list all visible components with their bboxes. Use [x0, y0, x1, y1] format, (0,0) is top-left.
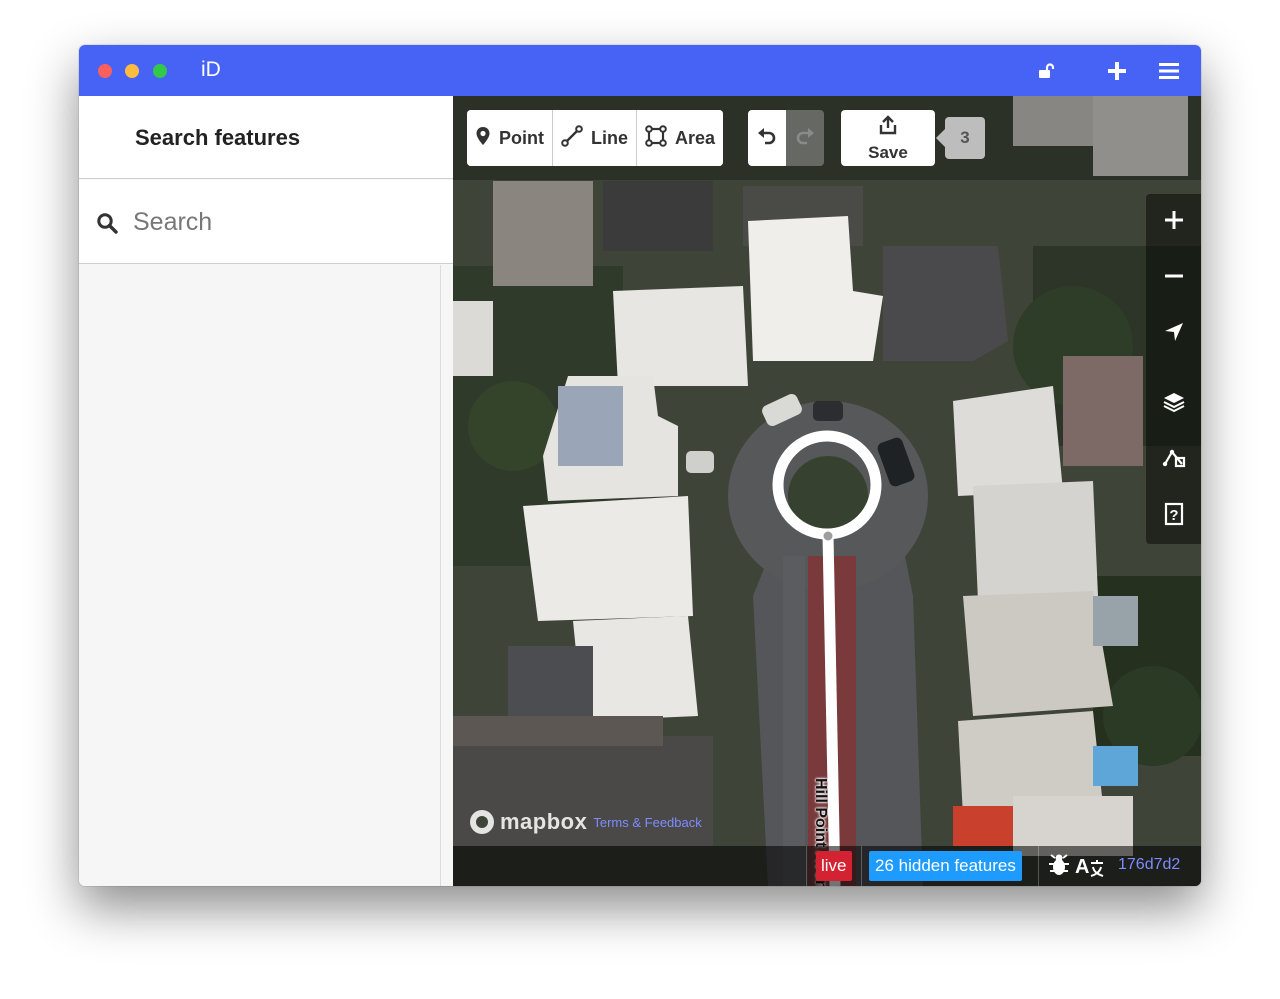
- sidebar-title: Search features: [135, 125, 301, 150]
- redo-icon: [795, 126, 815, 151]
- footer-divider: [1038, 846, 1039, 886]
- edit-count-badge: 3: [936, 117, 985, 159]
- imagery-attribution: mapbox Terms & Feedback: [468, 808, 702, 836]
- undo-redo-group: [748, 110, 824, 166]
- footer-divider: [806, 846, 807, 886]
- plus-icon[interactable]: [1103, 57, 1131, 85]
- add-area-label: Area: [675, 127, 716, 148]
- mapbox-logo: mapbox: [468, 808, 587, 836]
- map-canvas[interactable]: Point Line Area Save 3 Hill Point Avenu …: [453, 96, 1201, 886]
- add-area-button[interactable]: Area: [637, 110, 724, 166]
- footer-divider: [861, 846, 862, 886]
- add-point-button[interactable]: Point: [467, 110, 553, 166]
- help-button[interactable]: ?: [1146, 488, 1201, 544]
- app-window: iD Search features Search Point Line Are…: [79, 45, 1201, 886]
- redo-button[interactable]: [786, 110, 824, 166]
- maximize-window-button[interactable]: [153, 64, 167, 78]
- zoom-out-icon: [1164, 266, 1184, 291]
- hamburger-menu-icon[interactable]: [1155, 57, 1183, 85]
- close-window-button[interactable]: [98, 64, 112, 78]
- zoom-out-button[interactable]: [1146, 250, 1201, 306]
- help-icon: ?: [1164, 502, 1184, 531]
- map-footer: live 26 hidden features A 176d7d2: [453, 846, 1201, 886]
- save-label: Save: [868, 142, 908, 162]
- hidden-features-badge[interactable]: 26 hidden features: [869, 851, 1022, 881]
- window-title: iD: [201, 58, 221, 81]
- save-button[interactable]: Save: [841, 110, 935, 166]
- add-point-label: Point: [499, 127, 544, 148]
- map-controls: ?: [1146, 194, 1201, 544]
- translate-icon[interactable]: A: [1075, 856, 1105, 879]
- title-bar: iD: [79, 45, 1201, 96]
- add-feature-modes: Point Line Area: [467, 110, 724, 166]
- area-icon: [645, 124, 667, 152]
- sidebar-scrollbar[interactable]: [440, 265, 453, 886]
- search-input[interactable]: [133, 202, 433, 242]
- add-line-label: Line: [591, 127, 629, 148]
- zoom-in-button[interactable]: [1146, 194, 1201, 250]
- sidebar: Search features: [79, 96, 453, 886]
- sidebar-header: Search features: [79, 96, 453, 179]
- map-marker-icon: [475, 126, 491, 151]
- bug-icon[interactable]: [1047, 852, 1071, 883]
- mapbox-logo-text: mapbox: [500, 809, 588, 834]
- undo-button[interactable]: [748, 110, 786, 166]
- terms-feedback-link[interactable]: Terms & Feedback: [593, 815, 701, 830]
- live-badge: live: [816, 851, 852, 881]
- lock-open-icon[interactable]: [1033, 57, 1061, 85]
- minimize-window-button[interactable]: [125, 64, 139, 78]
- map-data-icon: [1162, 446, 1186, 475]
- search-icon: [96, 212, 118, 239]
- share-upload-icon: [877, 114, 899, 141]
- footer-icons: A: [1047, 852, 1105, 883]
- svg-text:?: ?: [1169, 507, 1178, 524]
- geolocate-icon: [1164, 322, 1184, 347]
- satellite-imagery: [453, 96, 1201, 886]
- version-link[interactable]: 176d7d2: [1118, 856, 1180, 874]
- top-toolbar: Point Line Area Save 3: [453, 96, 1201, 180]
- add-line-button[interactable]: Line: [553, 110, 638, 166]
- line-icon: [561, 124, 583, 152]
- feature-search-bar: [79, 180, 453, 264]
- translate-label: A: [1075, 856, 1090, 878]
- background-layers-button[interactable]: [1146, 376, 1201, 432]
- geolocate-button[interactable]: [1146, 306, 1201, 362]
- map-data-button[interactable]: [1146, 432, 1201, 488]
- layers-icon: [1163, 391, 1185, 418]
- zoom-in-icon: [1164, 210, 1184, 235]
- undo-icon: [757, 126, 777, 151]
